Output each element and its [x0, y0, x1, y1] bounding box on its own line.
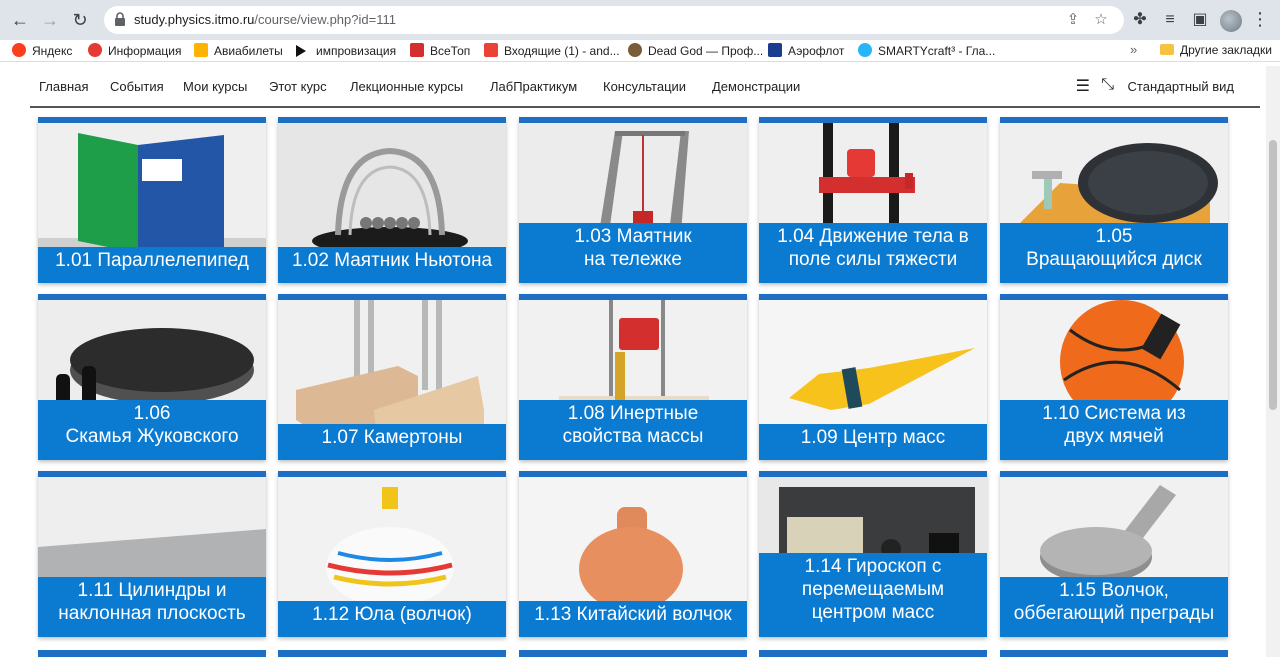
vsetop-icon: [410, 43, 424, 57]
card-title: 1.12 Юла (волчок): [278, 601, 506, 637]
more-bookmarks-chevron[interactable]: »: [1130, 42, 1137, 57]
card-top-bar: [519, 650, 747, 657]
dead-god-icon: [628, 43, 642, 57]
card-title: 1.11 Цилиндры и наклонная плоскость: [38, 577, 266, 637]
card-title: 1.05 Вращающийся диск: [1000, 223, 1228, 283]
demo-card[interactable]: 1.09 Центр масс: [759, 294, 987, 460]
card-title: 1.10 Система из двух мячей: [1000, 400, 1228, 460]
scrollbar-thumb[interactable]: [1269, 140, 1277, 410]
lock-icon: [115, 12, 125, 26]
page-scrollbar[interactable]: [1266, 66, 1280, 657]
bookmark-vsetop[interactable]: ВсеТоп: [410, 43, 470, 59]
list-menu-icon[interactable]: ☰: [1076, 76, 1090, 96]
back-arrow-icon[interactable]: ←: [8, 8, 32, 32]
demo-card[interactable]: 1.12 Юла (волчок): [278, 471, 506, 637]
card-top-bar: [1000, 650, 1228, 657]
nav-item-lecture-courses[interactable]: Лекционные курсы: [350, 79, 463, 94]
bookmark-smartycraft[interactable]: SMARTYcraft³ - Гла...: [858, 43, 995, 59]
card-title: 1.04 Движение тела в поле силы тяжести: [759, 223, 987, 283]
demonstrations-grid: 1.01 Параллелепипед 1.02 Маятник Ньютона…: [38, 117, 1228, 657]
card-title: 1.07 Камертоны: [278, 424, 506, 460]
demo-card[interactable]: 1.15 Волчок, оббегающий преграды: [1000, 471, 1228, 637]
share-icon[interactable]: ⇪: [1064, 12, 1082, 30]
nav-item-lab-practicum[interactable]: ЛабПрактикум: [490, 79, 577, 94]
extensions-puzzle-icon[interactable]: ✤: [1130, 10, 1150, 30]
nav-item-demonstrations[interactable]: Демонстрации: [712, 79, 800, 94]
bookmark-aeroflot[interactable]: Аэрофлот: [768, 43, 844, 59]
site-navigation: Главная События Мои курсы Этот курс Лекц…: [30, 66, 1260, 108]
next-row-peek: [38, 650, 1228, 657]
demo-card[interactable]: 1.07 Камертоны: [278, 294, 506, 460]
play-icon: [296, 45, 306, 57]
browser-toolbar: ← → ↻ study.physics.itmo.ru/course/view.…: [0, 0, 1280, 40]
bookmark-gmail[interactable]: Входящие (1) - and...: [484, 43, 620, 59]
demo-card[interactable]: 1.04 Движение тела в поле силы тяжести: [759, 117, 987, 283]
url-text: study.physics.itmo.ru/course/view.php?id…: [134, 12, 396, 27]
demo-card[interactable]: 1.08 Инертные свойства массы: [519, 294, 747, 460]
yandex-icon: [12, 43, 26, 57]
bookmark-dead-god[interactable]: Dead God — Проф...: [628, 43, 763, 59]
bookmark-improvizatsiya[interactable]: импровизация: [296, 43, 396, 59]
card-title: 1.01 Параллелепипед: [38, 247, 266, 283]
nav-item-events[interactable]: События: [110, 79, 164, 94]
card-title: 1.08 Инертные свойства массы: [519, 400, 747, 460]
demo-card[interactable]: 1.01 Параллелепипед: [38, 117, 266, 283]
card-title: 1.09 Центр масс: [759, 424, 987, 460]
gmail-icon: [484, 43, 498, 57]
bookmark-yandex[interactable]: Яндекс: [12, 43, 72, 59]
forward-arrow-icon[interactable]: →: [38, 8, 62, 32]
card-top-bar: [38, 650, 266, 657]
bookmark-info[interactable]: Информация: [88, 43, 181, 59]
url-host: study.physics.itmo.ru: [134, 12, 255, 27]
other-bookmarks-folder[interactable]: Другие закладки: [1160, 43, 1272, 57]
demo-card[interactable]: 1.13 Китайский волчок: [519, 471, 747, 637]
standard-view-toggle[interactable]: Стандартный вид: [1128, 79, 1234, 94]
demo-card[interactable]: 1.02 Маятник Ньютона: [278, 117, 506, 283]
nav-item-home[interactable]: Главная: [39, 79, 88, 94]
demo-card[interactable]: 1.14 Гироскоп с перемещаемым центром масс: [759, 471, 987, 637]
bookmarks-bar: Яндекс Информация Авиабилеты импровизаци…: [0, 40, 1280, 62]
aeroflot-icon: [768, 43, 782, 57]
card-title: 1.06 Скамья Жуковского: [38, 400, 266, 460]
reload-icon[interactable]: ↻: [68, 8, 92, 32]
menu-dots-icon[interactable]: ⋮: [1250, 8, 1270, 32]
folder-icon: [1160, 44, 1174, 55]
side-panel-icon[interactable]: ▣: [1190, 10, 1210, 30]
star-icon[interactable]: ☆: [1092, 12, 1110, 30]
smartycraft-icon: [858, 43, 872, 57]
demo-card[interactable]: 1.05 Вращающийся диск: [1000, 117, 1228, 283]
card-title: 1.13 Китайский волчок: [519, 601, 747, 637]
card-top-bar: [759, 650, 987, 657]
url-path: /course/view.php?id=111: [254, 12, 396, 27]
demo-card[interactable]: 1.10 Система из двух мячей: [1000, 294, 1228, 460]
profile-avatar[interactable]: [1220, 10, 1242, 32]
address-bar[interactable]: study.physics.itmo.ru/course/view.php?id…: [104, 6, 1124, 34]
nav-item-consultations[interactable]: Консультации: [603, 79, 686, 94]
media-playlist-icon[interactable]: ≡: [1160, 10, 1180, 30]
card-top-bar: [278, 650, 506, 657]
card-title: 1.15 Волчок, оббегающий преграды: [1000, 577, 1228, 637]
aviabilety-icon: [194, 43, 208, 57]
info-icon: [88, 43, 102, 57]
demo-card[interactable]: 1.11 Цилиндры и наклонная плоскость: [38, 471, 266, 637]
demo-card[interactable]: 1.03 Маятник на тележке: [519, 117, 747, 283]
collapse-arrows-icon[interactable]: ⤡: [1101, 76, 1114, 94]
demo-card[interactable]: 1.06 Скамья Жуковского: [38, 294, 266, 460]
card-title: 1.03 Маятник на тележке: [519, 223, 747, 283]
card-title: 1.14 Гироскоп с перемещаемым центром масс: [759, 553, 987, 637]
card-title: 1.02 Маятник Ньютона: [278, 247, 506, 283]
nav-item-my-courses[interactable]: Мои курсы: [183, 79, 247, 94]
bookmark-aviabilety[interactable]: Авиабилеты: [194, 43, 283, 59]
nav-item-this-course[interactable]: Этот курс: [269, 79, 327, 94]
